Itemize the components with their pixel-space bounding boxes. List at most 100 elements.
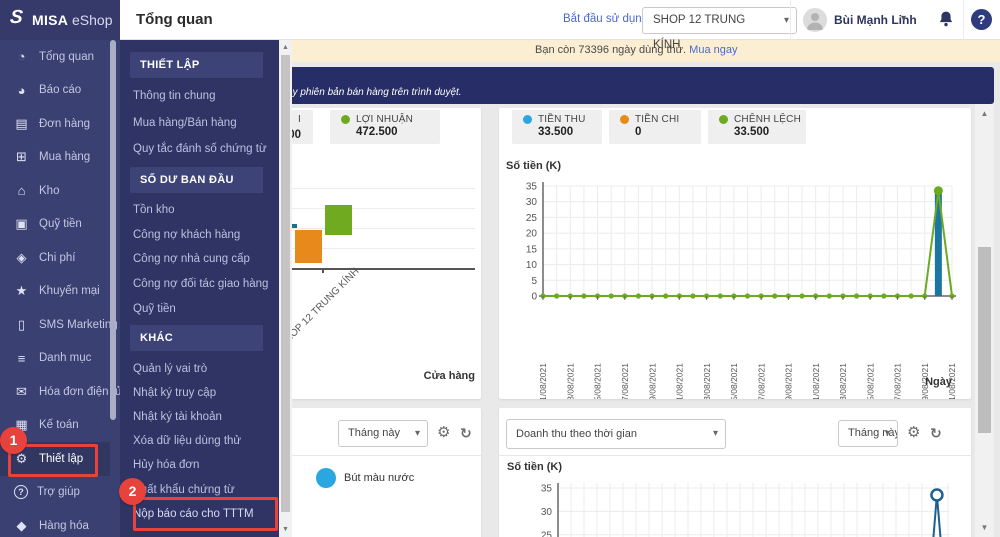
- main-scrollbar-thumb[interactable]: [978, 247, 991, 433]
- sidebar-scrollbar-thumb[interactable]: [110, 40, 116, 420]
- revenue-line-chart: 353025: [499, 478, 971, 537]
- sidebar-item-khuyen-mai[interactable]: ★Khuyến mại: [0, 275, 110, 309]
- settings-gear-icon[interactable]: ⚙: [437, 424, 450, 442]
- help-icon[interactable]: ?: [971, 9, 992, 30]
- sidebar-item-label: Hàng hóa: [39, 520, 89, 532]
- scroll-down-icon[interactable]: ▼: [975, 523, 994, 532]
- menu-item[interactable]: Thông tin chung: [120, 83, 279, 110]
- cashbox-icon: ▣: [13, 216, 30, 232]
- menu-item[interactable]: Hủy hóa đơn: [120, 453, 279, 477]
- cashflow-panel: TIỀN THU33.500TIỀN CHI0CHÊNH LỆCH33.500 …: [499, 108, 971, 399]
- sidebar-item-chi-phi[interactable]: ◈Chi phí: [0, 241, 110, 275]
- person-icon: [803, 8, 827, 32]
- app-logo[interactable]: S MISA eShop: [0, 0, 120, 40]
- svg-text:5: 5: [531, 276, 537, 287]
- sidebar-item-label: Trợ giúp: [37, 486, 80, 498]
- menu-section-header: THIẾT LẬP: [130, 52, 263, 78]
- svg-text:21/08/2021: 21/08/2021: [811, 363, 821, 399]
- chevron-down-icon: ▾: [784, 8, 789, 33]
- kpi-label: TIỀN CHI: [635, 114, 679, 125]
- legend-label: Bút màu nước: [344, 472, 414, 484]
- kpi-card: TIỀN THU33.500: [512, 110, 602, 144]
- sidebar-item-quy-tien[interactable]: ▣Quỹ tiền: [0, 208, 110, 242]
- menu-item[interactable]: Nhật ký truy cập: [120, 381, 279, 405]
- sidebar-item-sms-marketing[interactable]: ▯SMS Marketing: [0, 308, 110, 342]
- settings-dropdown-menu: THIẾT LẬP Thông tin chungMua hàng/Bán hàn…: [120, 40, 279, 537]
- misa-logo-icon: S: [9, 7, 24, 29]
- sidebar-item-bao-cao[interactable]: ◕Báo cáo: [0, 74, 110, 108]
- goods-icon: ◆: [13, 518, 30, 534]
- sidebar-item-don-hang[interactable]: ▤Đơn hàng: [0, 107, 110, 141]
- menu-item[interactable]: Quỹ tiền: [120, 297, 279, 322]
- menu-item[interactable]: Quản lý vai trò: [120, 356, 279, 380]
- period-filter-select[interactable]: Tháng này ▾: [838, 420, 898, 447]
- help-icon: ?: [14, 485, 28, 499]
- sidebar-item-hang-hoa[interactable]: ◆ Hàng hóa: [0, 509, 110, 537]
- menu-section-header: SỐ DƯ BAN ĐẦU: [130, 167, 263, 193]
- menu-item[interactable]: Mua hàng/Bán hàng: [120, 110, 279, 137]
- settings-gear-icon[interactable]: ⚙: [907, 424, 920, 442]
- menu-item[interactable]: Công nợ đối tác giao hàng: [120, 272, 279, 297]
- svg-text:07/08/2021: 07/08/2021: [620, 363, 630, 399]
- menu-section-header: KHÁC: [130, 325, 263, 351]
- kpi-card: TIỀN CHI0: [609, 110, 701, 144]
- panel-divider: [499, 455, 971, 456]
- sidebar-item-hoa-don-dien-tu[interactable]: ✉Hóa đơn điện tử: [0, 375, 110, 409]
- sidebar-item-mua-hang[interactable]: ⊞Mua hàng: [0, 141, 110, 175]
- menu-item[interactable]: Tồn kho: [120, 198, 279, 223]
- topbar-divider: [790, 0, 791, 40]
- report-type-value: Doanh thu theo thời gian: [516, 428, 637, 440]
- menu-item[interactable]: Công nợ nhà cung cấp: [120, 247, 279, 272]
- notification-bell-icon[interactable]: [936, 10, 956, 30]
- svg-text:25/08/2021: 25/08/2021: [865, 363, 875, 399]
- sms-icon: ▯: [13, 317, 30, 333]
- period-filter-select[interactable]: Tháng này ▾: [338, 420, 428, 447]
- revenue-panel: Doanh thu theo thời gian ▾ Tháng này ▾ ⚙…: [499, 408, 971, 537]
- chevron-down-icon[interactable]: ▾: [901, 13, 906, 24]
- menu-scrollbar[interactable]: ▲ ▼: [279, 40, 292, 537]
- refresh-icon[interactable]: ↻: [460, 424, 472, 442]
- chevron-down-icon: ▾: [415, 421, 420, 446]
- svg-text:11/08/2021: 11/08/2021: [675, 363, 685, 399]
- menu-item[interactable]: Quy tắc đánh số chứng từ: [120, 136, 279, 163]
- sidebar-item-tong-quan[interactable]: ◔Tổng quan: [0, 40, 110, 74]
- pie-chart-icon: ◕: [13, 83, 30, 98]
- scroll-down-icon[interactable]: ▼: [279, 526, 292, 533]
- scroll-up-icon[interactable]: ▲: [279, 44, 292, 51]
- topbar-divider: [963, 0, 964, 40]
- svg-text:13/08/2021: 13/08/2021: [702, 363, 712, 399]
- svg-text:20: 20: [526, 229, 538, 240]
- sidebar-item-kho[interactable]: ⌂Kho: [0, 174, 110, 208]
- shop-selector[interactable]: SHOP 12 TRUNG KÍNH ▾: [642, 7, 797, 34]
- dashboard-icon: ◔: [13, 49, 30, 64]
- menu-item[interactable]: Công nợ khách hàng: [120, 222, 279, 247]
- menu-scrollbar-thumb[interactable]: [281, 55, 290, 512]
- profit-bar: [325, 205, 352, 235]
- refresh-icon[interactable]: ↻: [930, 424, 942, 442]
- y-axis-title: Số tiền (K): [507, 461, 562, 473]
- annotation-box-step2: [133, 497, 278, 531]
- main-scrollbar[interactable]: ▲ ▼: [975, 104, 994, 537]
- avatar[interactable]: [803, 8, 827, 32]
- browser-notice-text: ay phiên bản bán hàng trên trình duyệt.: [287, 87, 462, 98]
- menu-item[interactable]: Nhật ký tài khoản: [120, 405, 279, 429]
- scroll-up-icon[interactable]: ▲: [975, 109, 994, 118]
- kpi-value: 33.500: [734, 126, 800, 138]
- sidebar-item-label: Danh mục: [39, 352, 91, 364]
- logo-brand: MISA: [32, 12, 68, 28]
- sidebar-item-danh-muc[interactable]: ≡Danh mục: [0, 342, 110, 376]
- report-type-select[interactable]: Doanh thu theo thời gian ▾: [506, 419, 726, 449]
- menu-item[interactable]: Xóa dữ liệu dùng thử: [120, 429, 279, 453]
- logo-product: eShop: [72, 12, 112, 28]
- expense-bar: [295, 230, 322, 263]
- e-invoice-icon: ✉: [13, 384, 30, 400]
- annotation-badge-step2: 2: [119, 478, 146, 505]
- start-using-link[interactable]: Bắt đầu sử dụng: [563, 13, 648, 25]
- sidebar-item-label: Kế toán: [39, 419, 79, 431]
- buy-now-link[interactable]: Mua ngay: [689, 44, 737, 56]
- period-filter-value: Tháng này: [848, 427, 898, 439]
- svg-text:15: 15: [526, 244, 538, 255]
- sidebar-item-tro-giup[interactable]: ? Trợ giúp: [0, 476, 110, 510]
- annotation-badge-step1: 1: [0, 427, 27, 454]
- svg-text:25: 25: [526, 213, 538, 224]
